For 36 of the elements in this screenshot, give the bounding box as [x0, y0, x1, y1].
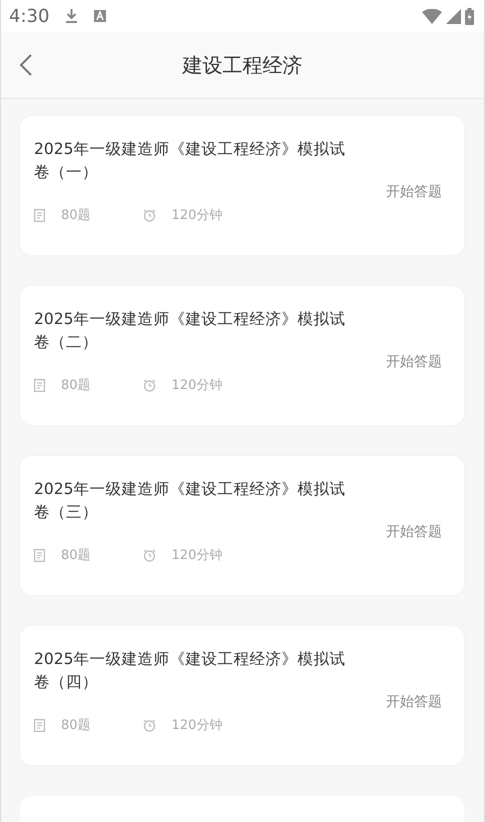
page-title: 建设工程经济	[182, 52, 302, 79]
signal-icon	[446, 8, 461, 24]
question-count: 80题	[61, 207, 91, 225]
alarm-clock-icon	[142, 549, 156, 562]
exam-title: 2025年一级建造师《建设工程经济》模拟试卷（三）	[34, 479, 346, 523]
alarm-clock-icon	[142, 379, 156, 392]
download-icon	[65, 8, 78, 24]
start-answering-button[interactable]: 开始答题	[386, 692, 442, 713]
exam-title: 2025年一级建造师《建设工程经济》模拟试卷（一）	[34, 139, 346, 183]
exam-card[interactable]: 2025年一级建造师《建设工程经济》模拟试卷（三） 80题 120分钟 开始答题	[20, 456, 464, 595]
question-count: 80题	[61, 717, 91, 735]
exam-card[interactable]: 2025年一级建造师《建设工程经济》模拟试卷（四） 80题 120分钟 开始答题	[20, 626, 464, 765]
exam-duration: 120分钟	[172, 717, 222, 735]
exam-title: 2025年一级建造师《建设工程经济》模拟试卷（二）	[34, 309, 346, 353]
app-notification-icon	[94, 10, 106, 22]
document-icon	[34, 379, 45, 392]
exam-card[interactable]: 2025年一级建造师《建设工程经济》模拟试卷（一） 80题 120分钟 开始答题	[20, 116, 464, 255]
alarm-clock-icon	[142, 209, 156, 222]
document-icon	[34, 549, 45, 562]
wifi-icon	[422, 8, 442, 24]
battery-icon	[465, 8, 474, 24]
alarm-clock-icon	[142, 719, 156, 732]
question-count: 80题	[61, 377, 91, 395]
status-time: 4:30	[9, 4, 50, 28]
exam-duration: 120分钟	[172, 377, 222, 395]
start-answering-button[interactable]: 开始答题	[386, 182, 442, 203]
back-button[interactable]	[19, 52, 33, 77]
document-icon	[34, 719, 45, 732]
start-answering-button[interactable]: 开始答题	[386, 522, 442, 543]
exam-duration: 120分钟	[172, 207, 222, 225]
exam-card[interactable]: 2025年一级建造师《建设工程经济》模拟试卷（二） 80题 120分钟 开始答题	[20, 286, 464, 425]
start-answering-button[interactable]: 开始答题	[386, 352, 442, 373]
document-icon	[34, 209, 45, 222]
exam-title: 2025年一级建造师《建设工程经济》模拟试卷（四）	[34, 649, 346, 693]
question-count: 80题	[61, 547, 91, 565]
exam-duration: 120分钟	[172, 547, 222, 565]
